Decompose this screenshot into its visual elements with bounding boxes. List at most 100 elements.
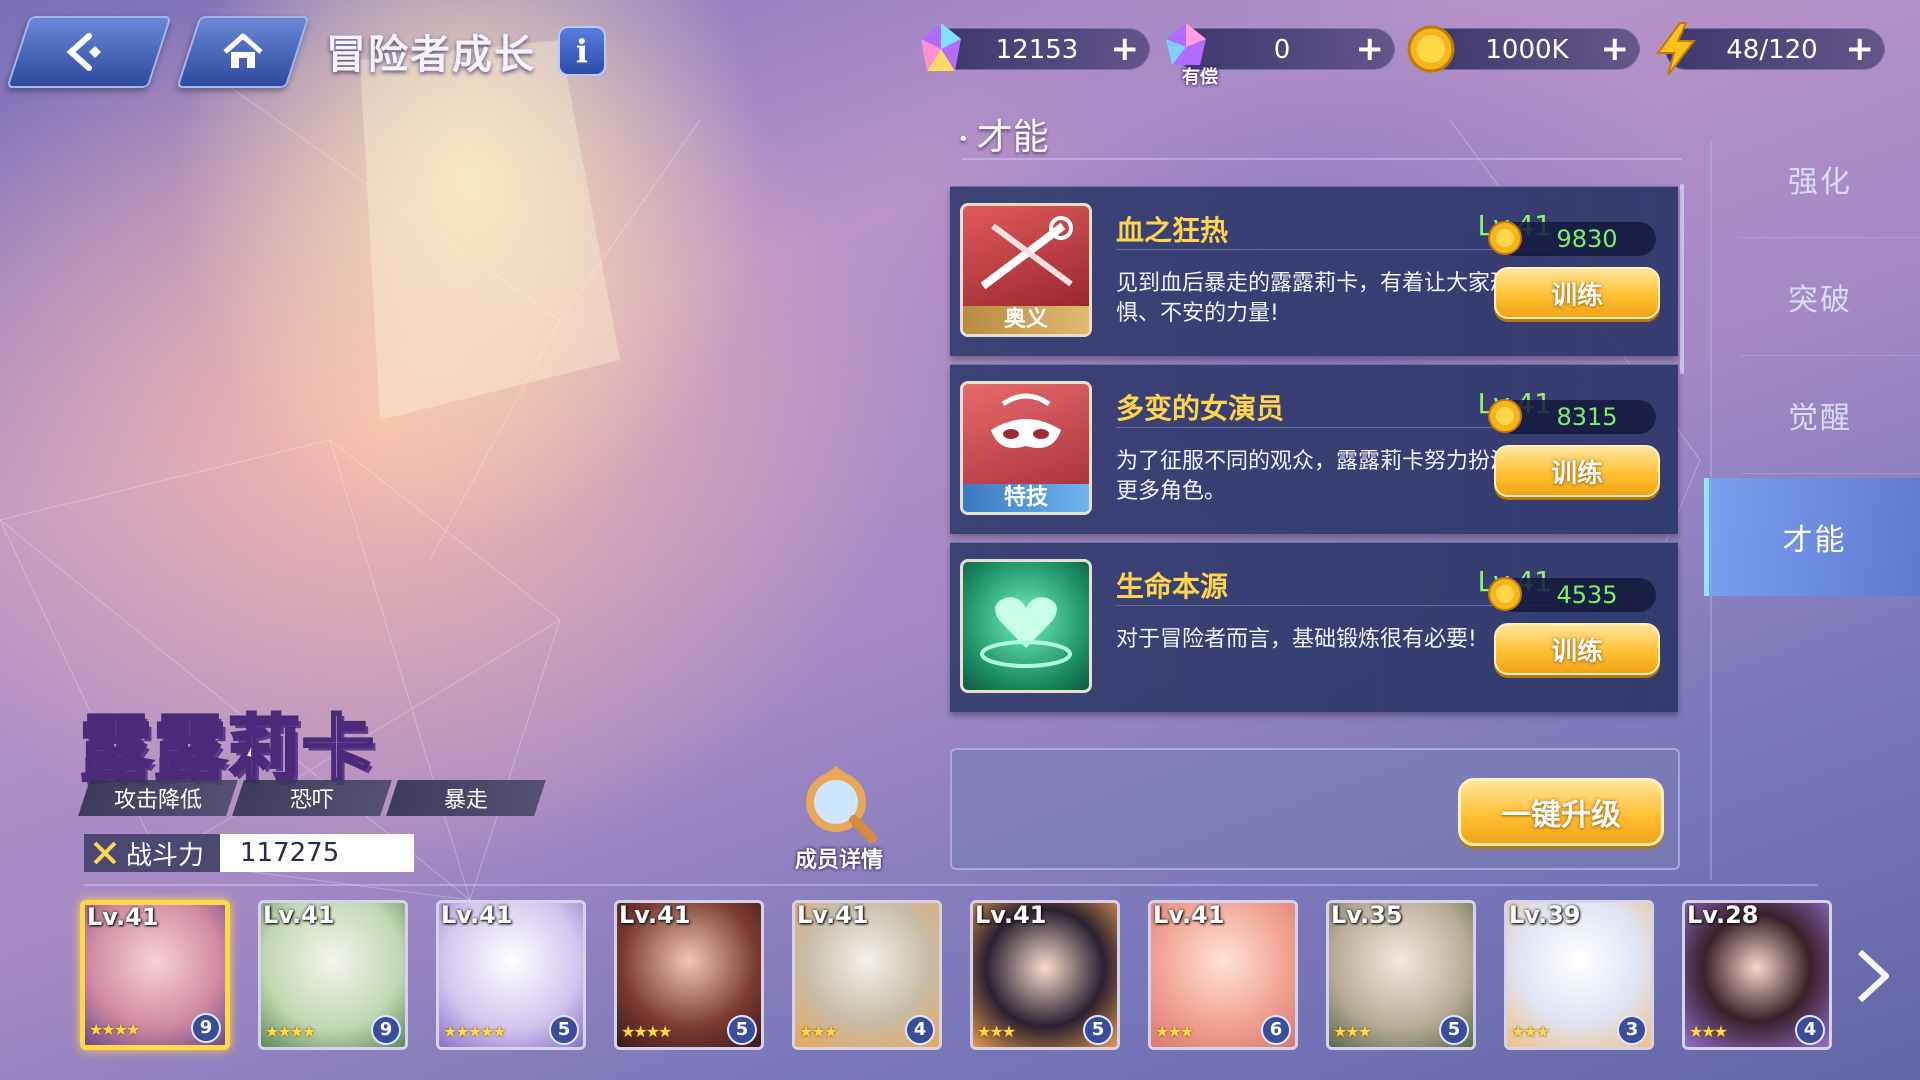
roster-portrait[interactable]: Lv.39 ★★★ 3: [1504, 900, 1654, 1050]
portrait-level: Lv.28: [1687, 901, 1759, 929]
train-button[interactable]: 训练: [1494, 267, 1660, 319]
talent-icon[interactable]: [960, 559, 1092, 693]
roster-portrait[interactable]: Lv.35 ★★★ 5: [1326, 900, 1476, 1050]
back-button[interactable]: [6, 16, 172, 88]
talent-card: 生命本源 Lv.41 对于冒险者而言，基础锻炼很有必要! 4535 训练: [950, 542, 1678, 712]
gem-icon: [921, 23, 961, 71]
add-gems-button[interactable]: +: [1111, 31, 1140, 67]
currency-gold: 1000K +: [1407, 25, 1640, 73]
cost-value: 4535: [1556, 581, 1618, 609]
talent-description: 对于冒险者而言，基础锻炼很有必要!: [1116, 627, 1477, 652]
roster-portrait[interactable]: Lv.28 ★★★ 4: [1682, 900, 1832, 1050]
character-tag: 暴走: [386, 780, 546, 816]
currency-value: 1000K: [1485, 35, 1569, 65]
portrait-stars: ★★★: [1155, 1022, 1194, 1041]
roster-next-arrow-icon[interactable]: [1852, 948, 1892, 1004]
talent-badge: 特技: [963, 484, 1089, 512]
tab-enhance[interactable]: 强化: [1720, 120, 1920, 238]
portrait-level: Lv.39: [1509, 901, 1581, 929]
mask-icon: [991, 393, 1061, 448]
roster-portrait[interactable]: Lv.41 ★★★ 6: [1148, 900, 1298, 1050]
crossed-swords-icon: [93, 841, 117, 865]
member-detail-button[interactable]: 成员详情: [784, 762, 894, 873]
combat-power: 战斗力 117275: [84, 834, 414, 872]
training-cost: 9830: [1488, 221, 1656, 256]
currency-paid-gems: 有偿 0 +: [1166, 23, 1395, 88]
portrait-rank: 5: [549, 1015, 579, 1045]
gold-coin-icon: [1488, 399, 1522, 433]
portrait-level: Lv.35: [1331, 901, 1403, 929]
gold-coin-icon: [1488, 577, 1522, 611]
talent-icon[interactable]: 奥义: [960, 203, 1092, 337]
roster-divider: [84, 884, 1818, 886]
portrait-stars: ★★★: [799, 1022, 838, 1041]
talent-name: 生命本源: [1116, 570, 1229, 603]
roster-portrait[interactable]: Lv.41 ★★★ 4: [792, 900, 942, 1050]
talent-name: 多变的女演员: [1116, 392, 1285, 425]
tab-breakthrough[interactable]: 突破: [1720, 238, 1920, 356]
add-stamina-button[interactable]: +: [1846, 31, 1875, 67]
portrait-rank: 4: [1795, 1015, 1825, 1045]
talent-card: 特技 多变的女演员 Lv.41 为了征服不同的观众，露露莉卡努力扮演着更多角色。…: [950, 364, 1678, 534]
cost-value: 9830: [1556, 225, 1618, 253]
roster-portrait[interactable]: Lv.41 ★★★★ 5: [614, 900, 764, 1050]
blood-scissors-icon: [980, 216, 1073, 290]
training-cost: 8315: [1488, 399, 1656, 434]
combat-power-label: 战斗力: [84, 834, 220, 872]
character-tag: 攻击降低: [78, 780, 238, 816]
magnifier-icon: [806, 766, 877, 843]
character-tag: 恐吓: [232, 780, 392, 816]
tab-awaken[interactable]: 觉醒: [1720, 356, 1920, 474]
member-detail-label: 成员详情: [794, 848, 883, 873]
upgrade-all-button[interactable]: 一键升级: [1458, 778, 1664, 846]
side-tab-bar: 强化 突破 觉醒 才能: [1704, 120, 1920, 880]
section-title: 才能: [958, 108, 1049, 160]
talent-description: 为了征服不同的观众，露露莉卡努力扮演着更多角色。: [1116, 449, 1535, 504]
page-title: 冒险者成长: [326, 32, 536, 78]
portrait-level: Lv.41: [87, 903, 159, 931]
currency-value: 48/120: [1726, 35, 1818, 65]
stamina-bolt-icon: [1656, 22, 1697, 76]
top-bar: 冒险者成长 i 12153 + 有偿 0 + 1000K + 48/120 +: [0, 0, 1920, 96]
portrait-level: Lv.41: [441, 901, 513, 929]
combat-power-value: 117275: [220, 834, 414, 872]
tag-label: 恐吓: [289, 788, 334, 813]
portrait-level: Lv.41: [1153, 901, 1225, 929]
talent-card: 奥义 血之狂热 Lv.41 见到血后暴走的露露莉卡，有着让大家恐惧、不安的力量!…: [950, 186, 1678, 356]
currency-value: 0: [1273, 35, 1291, 65]
heart-icon: [980, 597, 1072, 668]
training-cost: 4535: [1488, 577, 1656, 612]
roster-portrait[interactable]: Lv.41 ★★★★★ 5: [436, 900, 586, 1050]
currency-stamina: 48/120 +: [1656, 22, 1885, 76]
talent-list-scrollbar[interactable]: [1680, 184, 1684, 374]
portrait-rank: 6: [1261, 1015, 1291, 1045]
home-icon: [223, 33, 263, 68]
gold-coin-icon: [1407, 25, 1455, 73]
portrait-rank: 5: [1083, 1015, 1113, 1045]
tab-talent[interactable]: 才能: [1704, 478, 1920, 596]
currency-gems: 12153 +: [921, 23, 1150, 71]
roster-portrait[interactable]: Lv.41 ★★★★ 9: [258, 900, 408, 1050]
currency-value: 12153: [995, 35, 1079, 65]
roster-portrait[interactable]: Lv.41 ★★★★ 9: [80, 900, 230, 1050]
portrait-stars: ★★★★★: [443, 1022, 507, 1041]
combat-power-label-text: 战斗力: [126, 840, 205, 871]
add-paid-gems-button[interactable]: +: [1356, 31, 1385, 67]
gold-coin-icon: [1488, 221, 1522, 255]
upgrade-panel: 一键升级: [950, 748, 1680, 870]
paid-gem-label: 有偿: [1182, 67, 1218, 88]
talent-description: 见到血后暴走的露露莉卡，有着让大家恐惧、不安的力量!: [1116, 271, 1513, 326]
info-button[interactable]: i: [558, 26, 606, 76]
train-button[interactable]: 训练: [1494, 623, 1660, 675]
portrait-stars: ★★★: [1511, 1022, 1550, 1041]
talent-icon[interactable]: 特技: [960, 381, 1092, 515]
roster-portrait[interactable]: Lv.41 ★★★ 5: [970, 900, 1120, 1050]
tag-label: 暴走: [443, 788, 488, 813]
portrait-rank: 3: [1617, 1015, 1647, 1045]
add-gold-button[interactable]: +: [1601, 31, 1630, 67]
portrait-stars: ★★★: [977, 1022, 1016, 1041]
portrait-level: Lv.41: [975, 901, 1047, 929]
home-button[interactable]: [176, 16, 310, 88]
train-button[interactable]: 训练: [1494, 445, 1660, 497]
portrait-level: Lv.41: [797, 901, 869, 929]
